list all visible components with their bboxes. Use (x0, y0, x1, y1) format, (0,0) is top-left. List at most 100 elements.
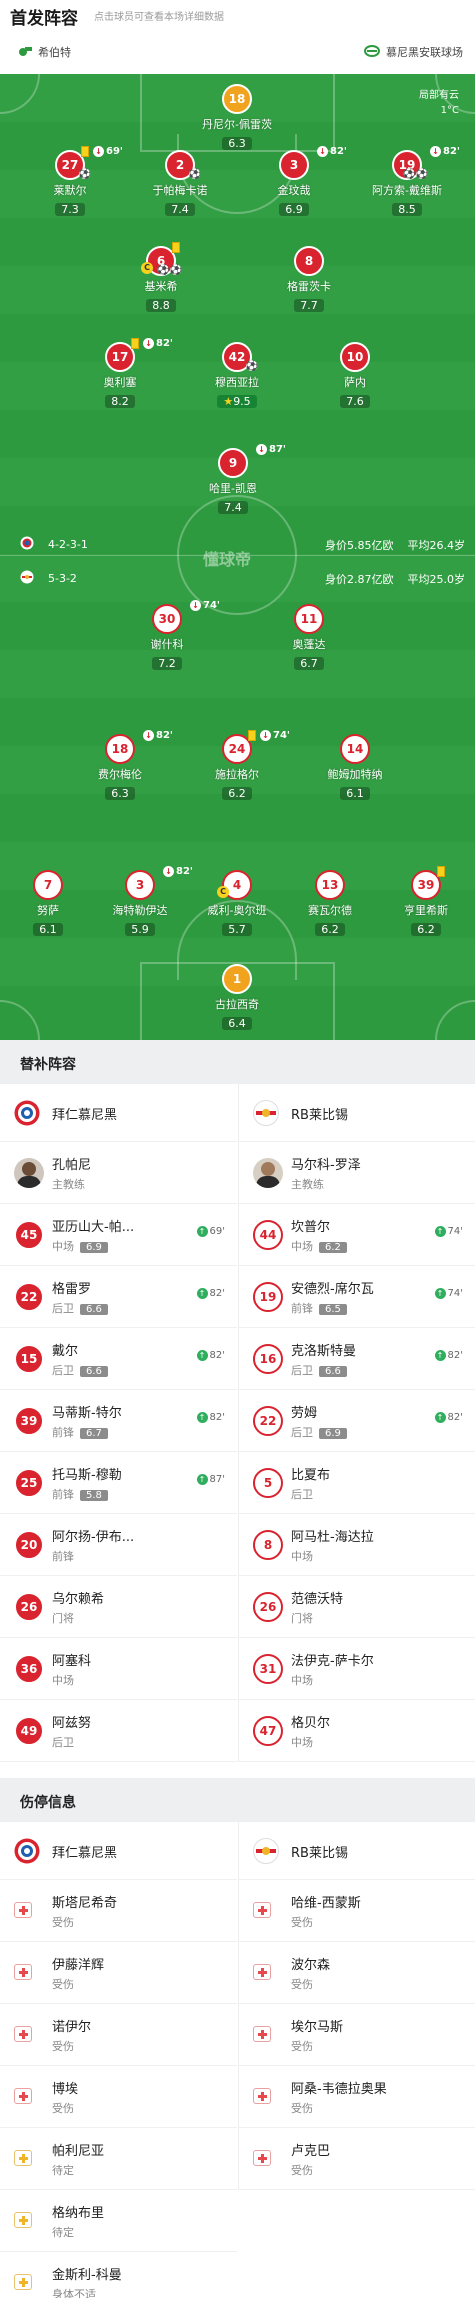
player-number-badge: 5 (253, 1468, 283, 1498)
position-text: 中场 (291, 1240, 313, 1253)
player-marker[interactable]: 3 ↓ 82' 金玟哉 6.9 (234, 146, 354, 217)
player-rating-value: 6.4 (228, 1017, 246, 1030)
substitute-row[interactable]: 16 克洛斯特曼 后卫 6.6 ↑ 82' (239, 1328, 475, 1390)
sub-out-icon: ↓ (93, 146, 104, 157)
away-team-info: 5-3-2 身价2.87亿欧 平均25.0岁 (20, 570, 465, 587)
yellow-card-icon (172, 242, 180, 253)
substitute-row[interactable]: 26 乌尔赖希 门将 (0, 1576, 237, 1638)
player-marker[interactable]: 19 ⚽⚽ ↓ 82' 阿方索-戴维斯 8.5 (347, 146, 467, 217)
coach-role: 主教练 (291, 1178, 324, 1191)
player-number-badge: 15 (14, 1344, 44, 1374)
player-number: 18 (228, 92, 246, 106)
substitute-row[interactable]: 44 坎普尔 中场 6.2 ↑ 74' (239, 1204, 475, 1266)
substitute-row[interactable]: 36 阿塞科 中场 (0, 1638, 237, 1700)
position-text: 前锋 (52, 1550, 74, 1563)
injury-row[interactable]: 格纳布里 待定 (0, 2190, 237, 2252)
injury-row[interactable]: 诺伊尔 受伤 (0, 2004, 237, 2066)
player-marker[interactable]: 42 ⚽ 穆西亚拉 ★9.5 (177, 342, 297, 409)
substitute-row[interactable]: 31 法伊克-萨卡尔 中场 (239, 1638, 475, 1700)
injury-row[interactable]: 卢克巴 受伤 (239, 2128, 475, 2190)
injuries-section-title: 伤停信息 (0, 1778, 475, 1822)
lineup-page: 首发阵容 点击球员可查看本场详细数据 希伯特 慕尼黑安联球场 懂球帝 局部有云 (0, 0, 475, 2298)
substitute-row[interactable]: 8 阿马杜-海达拉 中场 (239, 1514, 475, 1576)
sub-in-icon: ↑ (196, 1474, 208, 1485)
player-marker[interactable]: 1 古拉西奇 6.4 (177, 964, 297, 1031)
position-text: 门将 (52, 1612, 74, 1625)
home-subs-team-header: 拜仁慕尼黑 (0, 1084, 237, 1142)
away-formation: 5-3-2 (48, 572, 77, 585)
player-marker[interactable]: 9 ↓ 87' 哈里-凯恩 7.4 (173, 444, 293, 515)
player-number-badge: 20 (14, 1530, 44, 1560)
position-text: 中场 (291, 1674, 313, 1687)
away-coach-row[interactable]: 马尔科-罗泽 主教练 (239, 1142, 475, 1204)
sub-minute: 74' (273, 730, 290, 741)
player-position: 后卫 (291, 1486, 313, 1502)
player-rating: 7.6 (340, 395, 370, 408)
player-marker[interactable]: 2 ⚽ 于帕梅卡诺 7.4 (120, 150, 240, 217)
player-marker[interactable]: 8 格雷茨卡 7.7 (249, 246, 369, 313)
player-number-badge: 9 ↓ 87' (218, 444, 286, 478)
substitute-row[interactable]: 20 阿尔扬-伊布... 前锋 (0, 1514, 237, 1576)
player-marker[interactable]: 30 ↓ 74' 谢什科 7.2 (107, 600, 227, 671)
player-marker[interactable]: 11 奥蓬达 6.7 (249, 604, 369, 671)
player-name: 奥利塞 (103, 376, 137, 389)
injury-row[interactable]: 金斯利-科曼 身体不适 (0, 2252, 237, 2298)
substitute-row[interactable]: 26 范德沃特 门将 (239, 1576, 475, 1638)
injury-row[interactable]: 阿桑-韦德拉奥果 受伤 (239, 2066, 475, 2128)
injury-row[interactable]: 斯塔尼希奇 受伤 (0, 1880, 237, 1942)
player-number-badge: 24 ↓ 74' (222, 730, 290, 764)
player-number: 4 (232, 878, 242, 892)
weather-text: 局部有云 (419, 90, 459, 101)
yellow-card-icon (248, 730, 256, 741)
substitute-row[interactable]: 5 比夏布 后卫 (239, 1452, 475, 1514)
player-position: 后卫 (52, 1734, 74, 1750)
substitute-row[interactable]: 39 马蒂斯-特尔 前锋 6.7 ↑ 82' (0, 1390, 237, 1452)
player-marker[interactable]: 6 C ⚽⚽ 基米希 8.8 (101, 242, 221, 313)
injury-row[interactable]: 博埃 受伤 (0, 2066, 237, 2128)
away-injuries-team-header: RB莱比锡 (239, 1822, 475, 1880)
injury-row[interactable]: 埃尔马斯 受伤 (239, 2004, 475, 2066)
player-rating: 6.7 (294, 657, 324, 670)
player-number-badge: 17 ↓ 82' (105, 338, 173, 372)
player-marker[interactable]: 27 ⚽ ↓ 69' 莱默尔 7.3 (10, 146, 130, 217)
player-name: 于帕梅卡诺 (152, 184, 208, 197)
substitute-row[interactable]: 47 格贝尔 中场 (239, 1700, 475, 1762)
substitute-row[interactable]: 45 亚历山大-帕... 中场 6.9 ↑ 69' (0, 1204, 237, 1266)
player-rating: 6.9 (319, 1428, 347, 1439)
stadium-info: 慕尼黑安联球场 (364, 44, 463, 60)
player-number: 3 (289, 158, 299, 172)
substitute-row[interactable]: 15 戴尔 后卫 6.6 ↑ 82' (0, 1328, 237, 1390)
player-rating: 6.2 (319, 1242, 347, 1253)
player-name: 博埃 (52, 2082, 79, 2097)
player-number-badge: 42 ⚽ (222, 342, 258, 372)
player-position: 中场 (291, 1672, 313, 1688)
stadium-name: 慕尼黑安联球场 (386, 46, 463, 59)
player-marker[interactable]: 39 亨里希斯 6.2 (366, 866, 475, 937)
player-marker[interactable]: 18 ↓ 82' 费尔梅伦 6.3 (60, 730, 180, 801)
player-marker[interactable]: 10 萨内 7.6 (295, 342, 415, 409)
player-position: 前锋 (52, 1548, 74, 1564)
injury-row[interactable]: 帕利尼亚 待定 (0, 2128, 237, 2190)
position-text: 前锋 (52, 1488, 74, 1501)
player-marker[interactable]: 14 鲍姆加特纳 6.1 (295, 734, 415, 801)
injury-row[interactable]: 伊藤洋辉 受伤 (0, 1942, 237, 2004)
injury-row[interactable]: 波尔森 受伤 (239, 1942, 475, 2004)
player-number: 2 (175, 158, 185, 172)
player-rating-value: 6.2 (417, 923, 435, 936)
substitute-row[interactable]: 25 托马斯-穆勒 前锋 5.8 ↑ 87' (0, 1452, 237, 1514)
sub-minute-text: 82' (447, 1412, 463, 1423)
player-position: 门将 (52, 1610, 74, 1626)
player-name: 金玟哉 (277, 184, 311, 197)
substitute-row[interactable]: 22 劳姆 后卫 6.9 ↑ 82' (239, 1390, 475, 1452)
player-marker[interactable]: 17 ↓ 82' 奥利塞 8.2 (60, 338, 180, 409)
player-marker[interactable]: 24 ↓ 74' 施拉格尔 6.2 (177, 730, 297, 801)
substitute-row[interactable]: 49 阿兹努 后卫 (0, 1700, 237, 1762)
substitute-row[interactable]: 22 格雷罗 后卫 6.6 ↑ 82' (0, 1266, 237, 1328)
home-coach-row[interactable]: 孔帕尼 主教练 (0, 1142, 237, 1204)
injury-row[interactable]: 哈维-西蒙斯 受伤 (239, 1880, 475, 1942)
player-marker[interactable]: 18 丹尼尔-佩雷茨 6.3 (177, 84, 297, 151)
away-age: 平均25.0岁 (407, 572, 466, 586)
substitute-row[interactable]: 19 安德烈-席尔瓦 前锋 6.5 ↑ 74' (239, 1266, 475, 1328)
player-rating-value: 9.5 (233, 395, 251, 408)
yellow-card-icon (437, 866, 445, 877)
